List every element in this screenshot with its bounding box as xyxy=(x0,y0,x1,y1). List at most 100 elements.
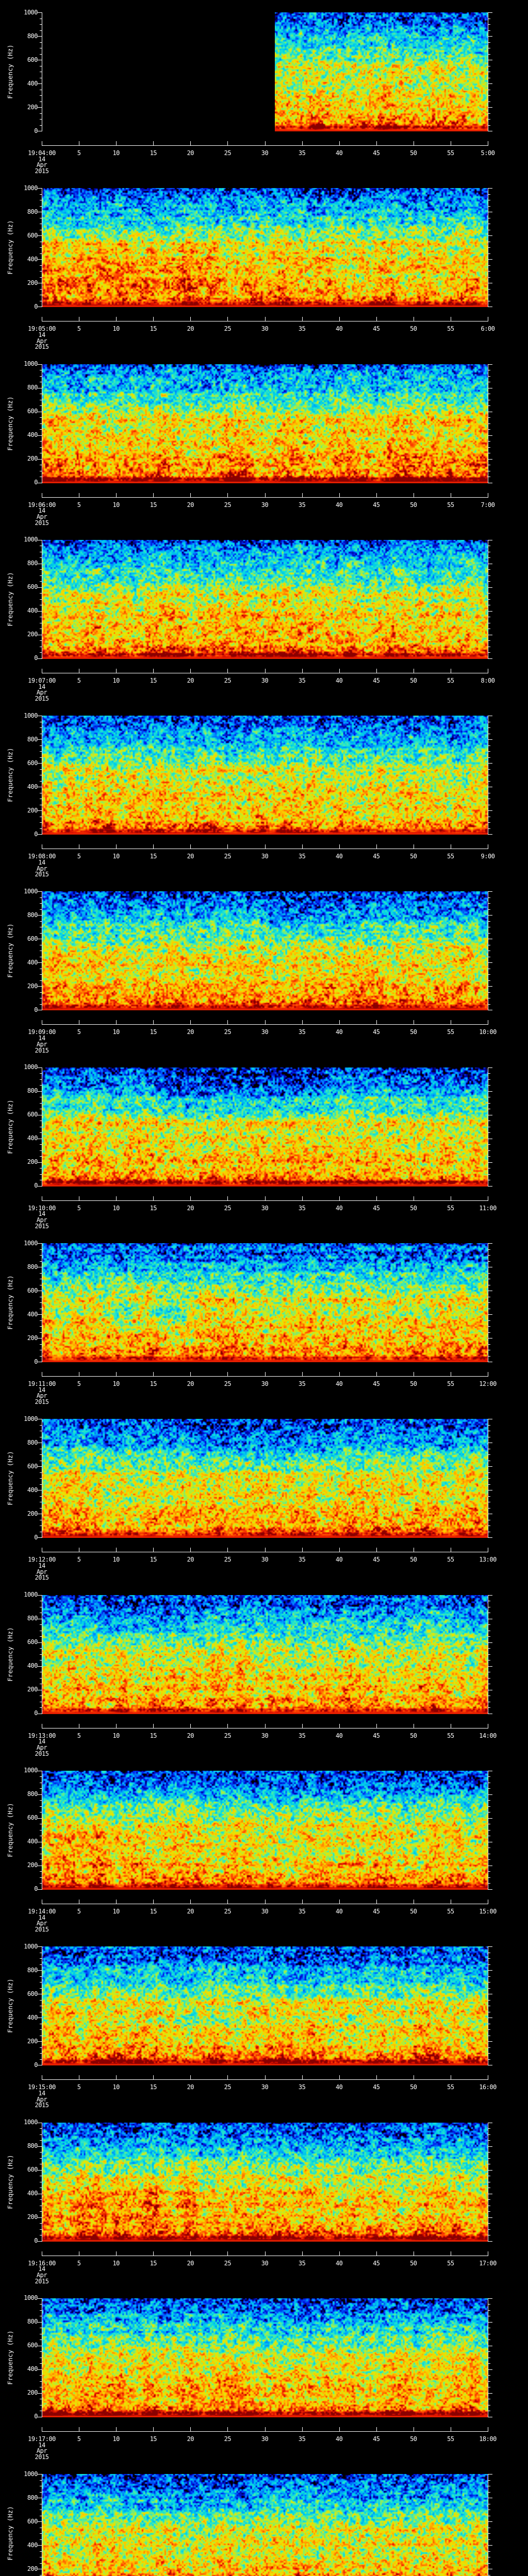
x-tick-label: 35 xyxy=(298,1907,306,1915)
y-tick xyxy=(38,611,42,612)
y-tick xyxy=(488,1877,490,1878)
x-tick xyxy=(190,2075,191,2080)
x-tick xyxy=(339,1899,340,1904)
x-tick-label: 25 xyxy=(224,2259,232,2267)
x-tick-label: 40 xyxy=(335,1380,343,1388)
x-tick xyxy=(153,1899,154,1904)
y-tick-label: 0 xyxy=(34,1709,38,1717)
y-tick xyxy=(488,1004,490,1005)
x-tick-label: 25 xyxy=(224,1556,232,1564)
y-tick xyxy=(40,265,42,266)
y-axis-title: Frequency (Hz) xyxy=(6,1978,14,2033)
x-tick xyxy=(265,1899,266,1904)
x-tick xyxy=(265,668,266,673)
x-tick xyxy=(302,1196,303,1200)
y-tick xyxy=(488,751,490,752)
y-tick xyxy=(40,1150,42,1151)
y-axis-title: Frequency (Hz) xyxy=(6,1451,14,1506)
x-tick-label: 20 xyxy=(187,501,194,509)
x-axis xyxy=(42,2431,488,2432)
x-tick xyxy=(153,493,154,497)
y-tick xyxy=(488,1889,492,1890)
x-tick-label: 50 xyxy=(410,1204,417,1212)
y-tick xyxy=(40,1174,42,1175)
y-tick xyxy=(488,1794,492,1795)
y-tick xyxy=(40,194,42,195)
y-tick xyxy=(488,1103,490,1104)
x-tick xyxy=(116,1020,117,1025)
x-tick-label: 10 xyxy=(112,501,120,509)
y-tick xyxy=(40,1654,42,1655)
x-tick-label: 30 xyxy=(261,1556,269,1564)
y-tick xyxy=(40,2199,42,2200)
x-tick xyxy=(227,2427,228,2431)
y-tick xyxy=(488,1677,490,1679)
y-tick-label: 1000 xyxy=(24,1415,38,1422)
y-tick xyxy=(40,2053,42,2054)
y-tick xyxy=(488,1320,490,1321)
y-tick xyxy=(40,1707,42,1708)
y-tick xyxy=(488,593,490,594)
y-tick xyxy=(488,1156,490,1157)
y-tick xyxy=(40,1073,42,1074)
y-tick xyxy=(488,2241,492,2242)
y-tick xyxy=(488,30,490,31)
y-tick xyxy=(40,1859,42,1860)
y-tick xyxy=(488,376,490,377)
x-tick xyxy=(265,1548,266,1552)
y-tick xyxy=(488,405,490,406)
y-tick xyxy=(488,1273,490,1274)
y-tick xyxy=(488,441,490,442)
y-tick xyxy=(488,757,490,758)
y-tick xyxy=(38,2217,42,2218)
y-tick xyxy=(38,2241,42,2242)
x-tick xyxy=(302,1020,303,1025)
y-tick-label: 1000 xyxy=(24,711,38,719)
x-tick-label: 45 xyxy=(373,1732,380,1739)
x-tick xyxy=(153,1723,154,1728)
spectrogram-canvas xyxy=(42,1067,488,1187)
y-tick xyxy=(488,194,490,195)
y-tick xyxy=(488,235,492,236)
y-tick xyxy=(40,1302,42,1303)
y-tick xyxy=(488,2059,490,2060)
y-tick xyxy=(488,1964,490,1965)
y-tick-label: 0 xyxy=(34,1885,38,1893)
x-tick-label: 30 xyxy=(261,2259,269,2267)
spectrogram-panel: 02004006008001000Frequency (Hz)510152025… xyxy=(0,1406,528,1582)
x-tick xyxy=(153,668,154,673)
y-tick xyxy=(488,1425,490,1426)
y-tick xyxy=(40,2551,42,2552)
y-tick xyxy=(488,289,490,290)
y-tick xyxy=(488,1946,492,1947)
y-tick xyxy=(488,2158,490,2159)
x-tick xyxy=(265,844,266,849)
y-tick xyxy=(40,95,42,96)
y-tick xyxy=(488,259,492,260)
x-tick xyxy=(376,1372,377,1377)
y-tick xyxy=(40,903,42,904)
x-axis xyxy=(42,497,488,498)
y-tick xyxy=(488,119,490,120)
panel-date-line: 2015 xyxy=(35,694,49,702)
y-tick xyxy=(488,2321,492,2323)
y-tick xyxy=(40,1156,42,1157)
spectrogram-stack: 0 200 400 600 800 1000 Frequency (Hz) 5 10 15 20 25… xyxy=(0,0,528,2576)
panel-end-time-label: 14:00 xyxy=(479,1732,497,1739)
panel-date-line: 2015 xyxy=(35,871,49,878)
y-tick xyxy=(488,2146,492,2147)
y-tick-label: 1000 xyxy=(24,2470,38,2478)
y-tick xyxy=(40,897,42,898)
y-axis-title: Frequency (Hz) xyxy=(6,2506,14,2561)
panel-date-line: 2015 xyxy=(35,1222,49,1230)
x-tick xyxy=(339,1723,340,1728)
y-tick xyxy=(488,933,490,934)
y-tick-label: 0 xyxy=(34,302,38,310)
y-tick xyxy=(40,569,42,570)
y-axis-title: Frequency (Hz) xyxy=(6,923,14,978)
y-axis-title: Frequency (Hz) xyxy=(6,396,14,451)
x-tick-label: 35 xyxy=(298,1556,306,1564)
x-tick-label: 15 xyxy=(150,1204,157,1212)
x-tick xyxy=(190,1899,191,1904)
y-tick xyxy=(488,2140,490,2141)
